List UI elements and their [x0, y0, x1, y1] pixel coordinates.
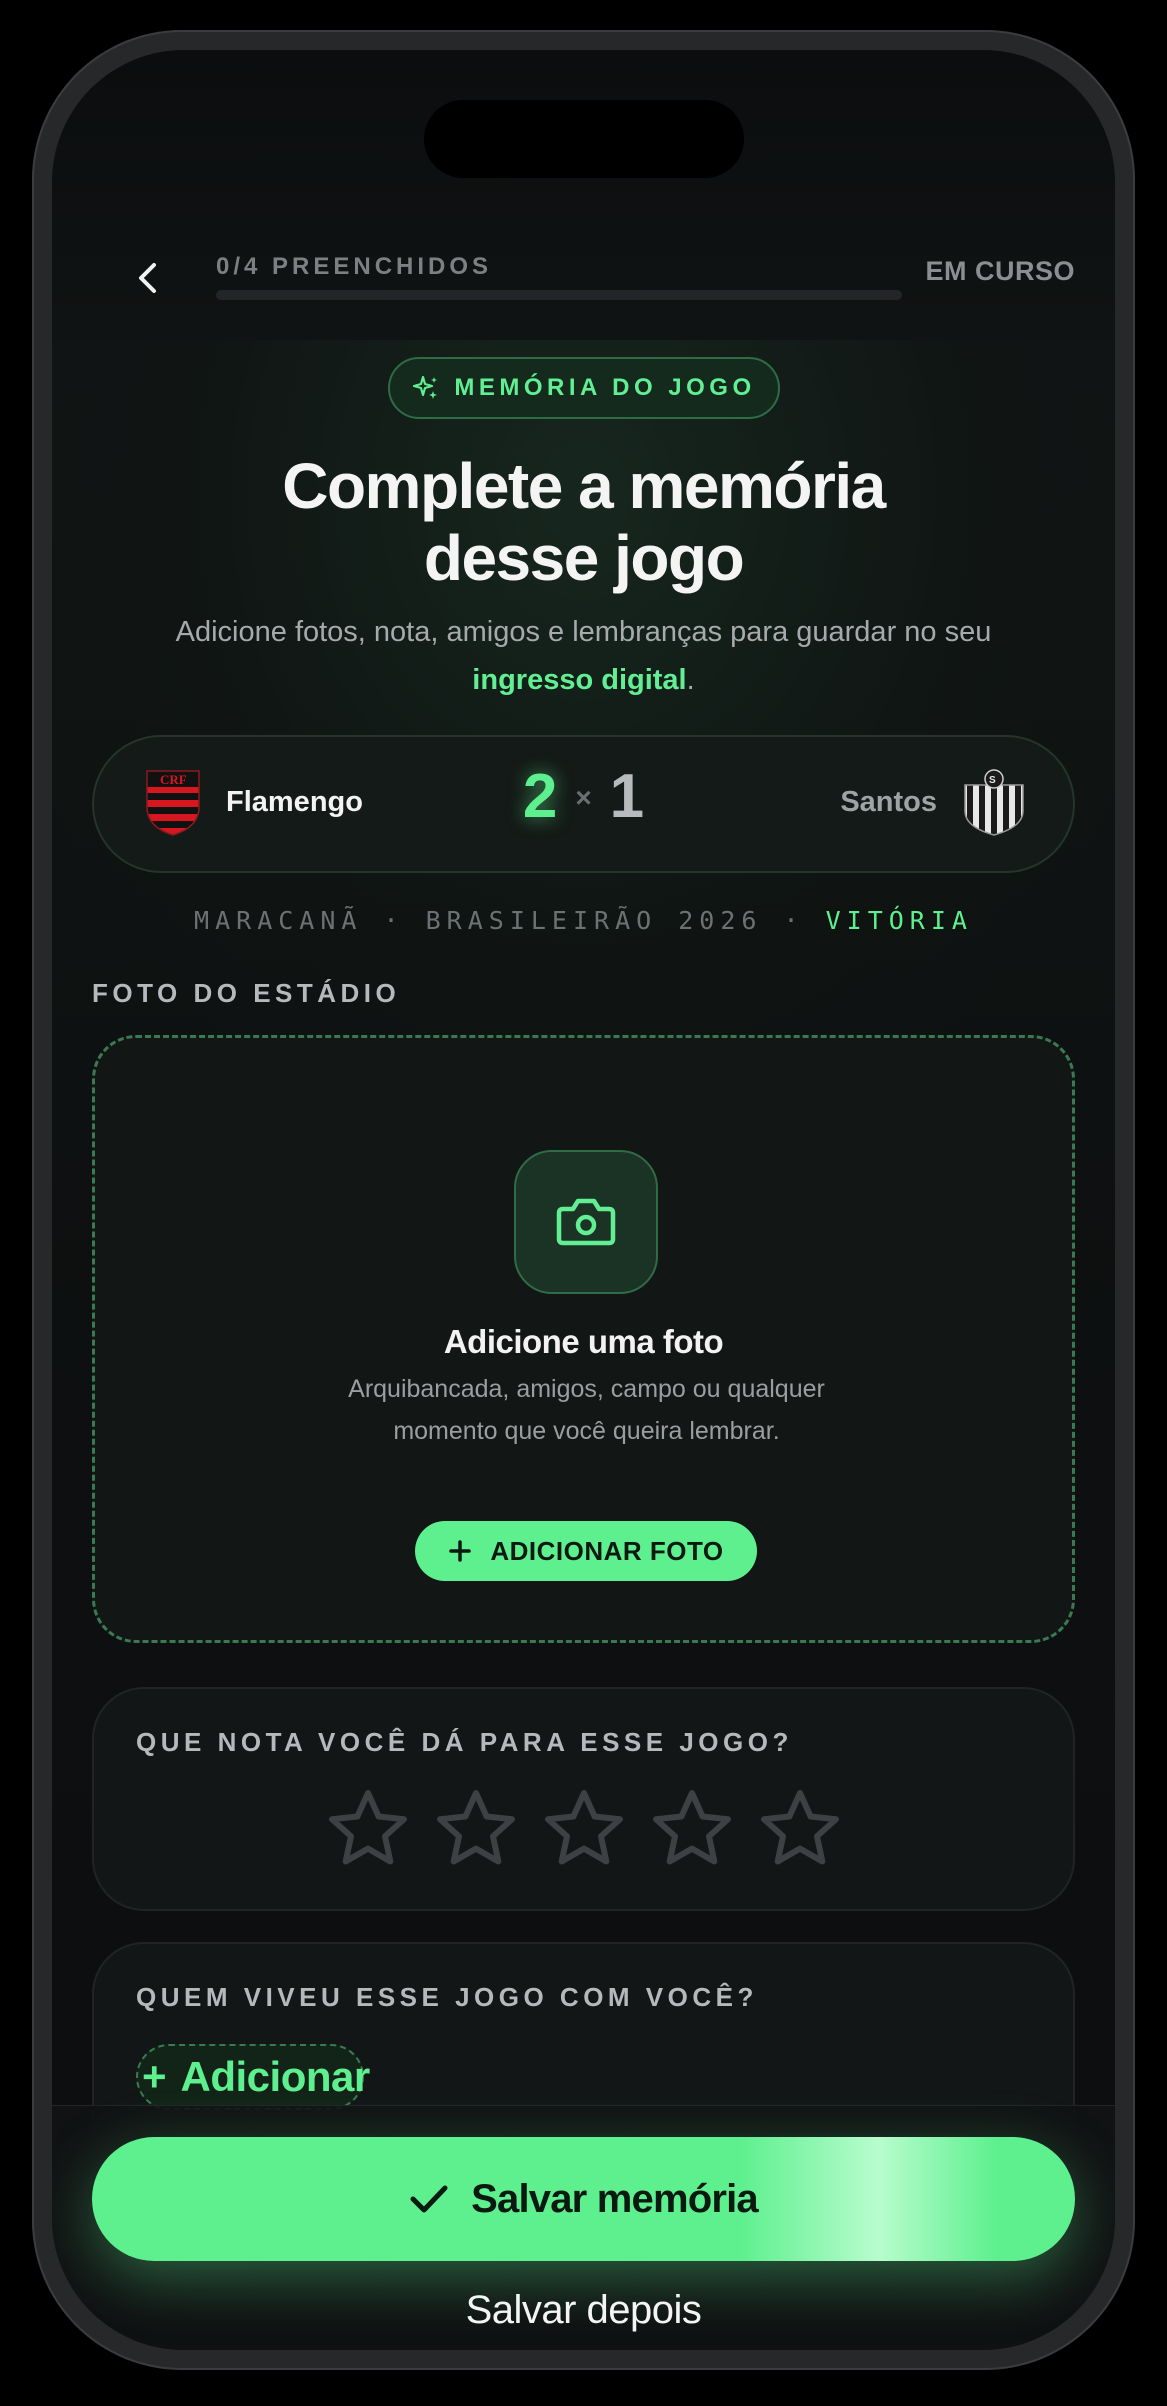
photo-title: Adicione uma foto: [443, 1323, 724, 1360]
app-screen: 0/4 PREENCHIDOS EM CURSO MEMÓRIA DO JOGO…: [52, 50, 1115, 2350]
photo-upload-area[interactable]: Adicione uma foto Arquibancada, amigos, …: [92, 1035, 1075, 1643]
progress-bar: [216, 290, 902, 300]
add-photo-label: ADICIONAR FOTO: [490, 1535, 724, 1566]
star-icon[interactable]: [542, 1787, 626, 1871]
score-separator: ×: [575, 782, 592, 813]
star-icon[interactable]: [434, 1787, 518, 1871]
save-memory-button[interactable]: Salvar memória: [92, 2137, 1075, 2261]
santos-crest-icon: S: [964, 769, 1024, 836]
match-result: VITÓRIA: [825, 906, 973, 935]
add-friend-button[interactable]: + Adicionar: [136, 2044, 370, 2110]
photo-description: Arquibancada, amigos, campo ou qualquer …: [348, 1375, 825, 1445]
camera-icon: [556, 1198, 616, 1246]
star-rating[interactable]: [94, 1787, 1073, 1871]
rating-card: QUE NOTA VOCÊ DÁ PARA ESSE JOGO?: [92, 1687, 1075, 1911]
plus-icon: [449, 1540, 472, 1562]
phone-frame: 0/4 PREENCHIDOS EM CURSO MEMÓRIA DO JOGO…: [32, 30, 1135, 2370]
home-score: 2: [522, 762, 558, 831]
star-icon[interactable]: [758, 1787, 842, 1871]
photo-section-label: FOTO DO ESTÁDIO: [92, 978, 401, 1008]
match-meta: MARACANÃ · BRASILEIRÃO 2026 · VITÓRIA: [52, 906, 1115, 935]
friends-label: QUEM VIVEU ESSE JOGO COM VOCÊ?: [136, 1982, 758, 2012]
svg-text:S: S: [989, 775, 996, 786]
title-line-2: desse jogo: [423, 522, 745, 594]
badge-label: MEMÓRIA DO JOGO: [454, 374, 756, 401]
status-label: EM CURSO: [925, 256, 1075, 286]
subtitle-text: Adicione fotos, nota, amigos e lembrança…: [175, 616, 992, 648]
title-line-1: Complete a memória: [282, 450, 886, 522]
add-photo-button[interactable]: ADICIONAR FOTO: [415, 1521, 757, 1581]
sparkle-icon: [413, 375, 438, 399]
star-icon[interactable]: [326, 1787, 410, 1871]
camera-icon-box: [514, 1150, 658, 1294]
progress-label: 0/4 PREENCHIDOS: [216, 253, 493, 280]
subtitle-end: .: [686, 664, 695, 696]
away-team-name: Santos: [840, 785, 937, 818]
save-later-link[interactable]: Salvar depois: [52, 2288, 1115, 2333]
page-subtitle: Adicione fotos, nota, amigos e lembrança…: [172, 608, 995, 704]
match-meta-info: MARACANÃ · BRASILEIRÃO 2026 ·: [194, 906, 826, 935]
dynamic-island: [424, 100, 744, 178]
save-memory-label: Salvar memória: [471, 2176, 759, 2221]
star-icon[interactable]: [650, 1787, 734, 1871]
chevron-left-icon: [139, 263, 156, 293]
away-team: Santos S: [840, 767, 1029, 837]
memory-badge: MEMÓRIA DO JOGO: [388, 357, 780, 419]
page-title: Complete a memória desse jogo: [52, 450, 1115, 594]
match-score-card: CRF Flamengo 2 × 1 Santos S: [92, 735, 1075, 873]
subtitle-highlight: ingresso digital: [472, 664, 687, 696]
back-button[interactable]: [120, 250, 176, 306]
add-friend-label: Adicionar: [180, 2053, 371, 2100]
rating-label: QUE NOTA VOCÊ DÁ PARA ESSE JOGO?: [136, 1727, 793, 1757]
check-icon: [410, 2185, 448, 2213]
away-score: 1: [609, 762, 645, 831]
plus-icon: +: [142, 2053, 167, 2100]
